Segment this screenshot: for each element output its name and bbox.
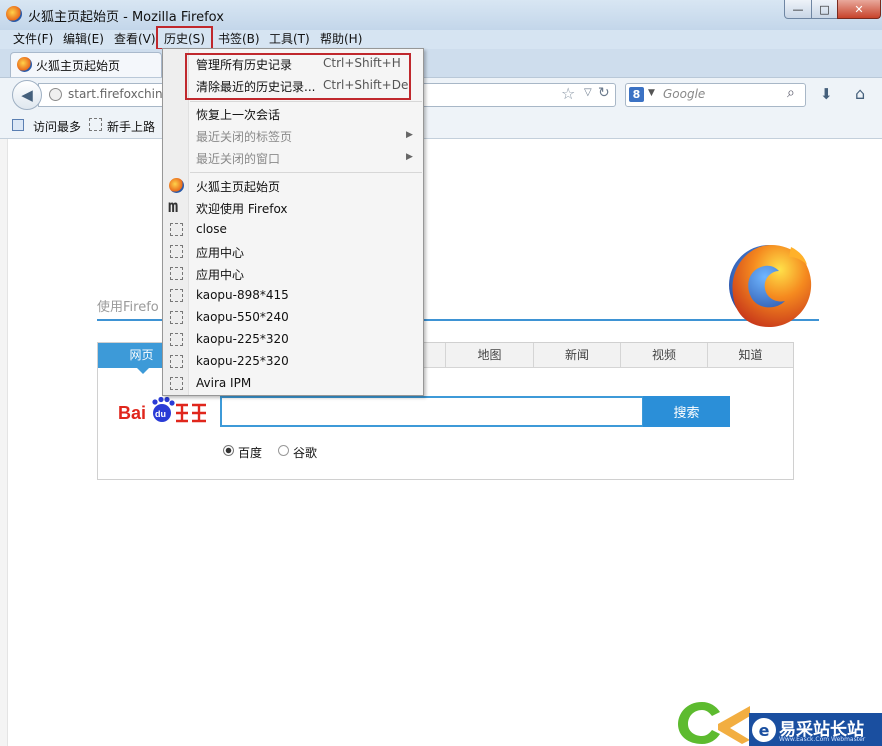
menu-file[interactable]: 文件(F) [13,30,53,48]
bookmark-star-icon[interactable]: ☆ [561,84,575,103]
menu-edit[interactable]: 编辑(E) [63,30,104,48]
url-history-dropdown-icon[interactable]: ▽ [584,87,592,98]
smart-bookmark-icon [12,119,24,131]
tab-zhidao[interactable]: 知道 [707,343,793,367]
tab-news[interactable]: 新闻 [533,343,620,367]
minimize-button[interactable]: — [784,0,812,19]
tab-map[interactable]: 地图 [445,343,533,367]
history-entry[interactable]: 应用中心 [196,266,244,283]
mozilla-m-icon: m [168,197,179,217]
page-left-edge [0,139,8,746]
search-placeholder[interactable]: Google [663,87,705,101]
page-placeholder-icon [170,267,183,280]
radio-baidu[interactable] [223,445,234,456]
menu-tools[interactable]: 工具(T) [269,30,310,48]
home-icon[interactable]: ⌂ [855,84,865,103]
radio-baidu-label[interactable]: 百度 [238,444,262,461]
page-placeholder-icon [170,245,183,258]
bookmark-most-visited[interactable]: 访问最多 [33,118,81,135]
svg-text:Bai: Bai [118,403,146,423]
site-logo-icon: e [752,718,776,742]
engine-dropdown-icon[interactable]: ▼ [648,88,655,98]
history-entry[interactable]: kaopu-550*240 [196,310,289,324]
page-placeholder-icon [170,377,183,390]
submenu-arrow-icon: ▶ [406,152,413,162]
submenu-arrow-icon: ▶ [406,130,413,140]
menu-history[interactable]: 历史(S) [164,30,205,48]
history-entry[interactable]: 应用中心 [196,244,244,261]
url-text[interactable]: start.firefoxchina [68,87,170,101]
category-hidden [423,343,445,367]
menu-bookmarks[interactable]: 书签(B) [218,30,260,48]
radio-google[interactable] [278,445,289,456]
globe-icon [49,88,62,101]
download-icon[interactable]: ⬇ [820,85,833,103]
menu-item-restore-session[interactable]: 恢复上一次会话 [196,106,280,123]
active-tab-caret [137,368,149,374]
history-entry[interactable]: kaopu-225*320 [196,332,289,346]
baidu-search-input[interactable] [220,396,644,427]
history-entry[interactable]: 火狐主页起始页 [196,178,280,195]
history-entry[interactable]: kaopu-898*415 [196,288,289,302]
maximize-button[interactable]: □ [811,0,838,19]
close-window-button[interactable]: ✕ [837,0,881,19]
page-placeholder-icon [170,355,183,368]
site-watermark-logo-icon [678,702,750,744]
firefox-logo-icon [729,245,812,327]
google-engine-icon[interactable]: 8 [629,87,644,102]
menu-view[interactable]: 查看(V) [114,30,156,48]
tab-video[interactable]: 视频 [620,343,707,367]
baidu-search-button[interactable]: 搜索 [643,396,730,427]
firefox-icon [6,6,22,22]
watermark-subtext: Www.Easck.Com Webmaster [779,736,866,743]
tab-label: 火狐主页起始页 [36,59,121,73]
menu-item-recently-closed-windows[interactable]: 最近关闭的窗口 [196,150,280,167]
page-placeholder-icon [89,118,102,131]
back-button[interactable]: ◀ [12,80,42,110]
menu-separator [190,101,422,102]
history-entry[interactable]: kaopu-225*320 [196,354,289,368]
radio-google-label[interactable]: 谷歌 [293,444,317,461]
menu-separator [190,172,422,173]
page-hint-text: 使用Firefo [97,300,159,315]
svg-text:du: du [155,409,166,419]
menu-help[interactable]: 帮助(H) [320,30,362,48]
page-placeholder-icon [170,289,183,302]
menu-items-highlight-box [185,53,411,100]
reload-icon[interactable]: ↻ [598,85,610,101]
page-placeholder-icon [170,333,183,346]
window-title: 火狐主页起始页 - Mozilla Firefox [28,10,224,25]
firefox-icon [17,57,32,72]
bookmark-getting-started[interactable]: 新手上路 [107,118,155,135]
baidu-logo-icon: Bai du [118,397,206,423]
menu-item-recently-closed-tabs[interactable]: 最近关闭的标签页 [196,128,292,145]
page-placeholder-icon [170,311,183,324]
search-icon[interactable]: ⌕ [787,85,795,101]
history-entry[interactable]: close [196,222,227,236]
firefox-icon [169,178,184,193]
history-entry[interactable]: Avira IPM [196,376,251,390]
page-placeholder-icon [170,223,183,236]
history-entry[interactable]: 欢迎使用 Firefox [196,200,288,217]
